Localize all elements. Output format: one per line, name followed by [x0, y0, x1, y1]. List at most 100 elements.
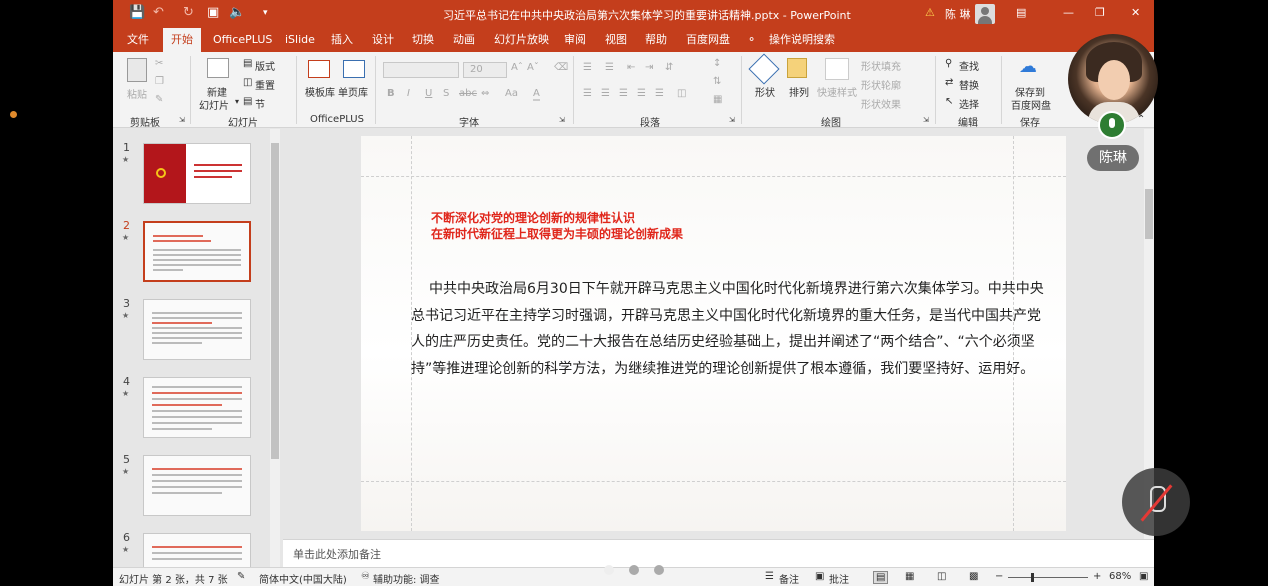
slide-sorter-icon[interactable]: ▦	[905, 571, 914, 582]
layout-button[interactable]: 版式	[255, 58, 275, 73]
section-icon[interactable]: ▤	[243, 96, 252, 107]
current-slide[interactable]: 不断深化对党的理论创新的规律性认识 在新时代新征程上取得更为丰硕的理论创新成果 …	[361, 136, 1066, 531]
align-right-icon[interactable]: ☰	[619, 88, 628, 99]
page-indicator-dot[interactable]	[604, 565, 614, 575]
shapes-icon[interactable]	[748, 53, 780, 85]
microphone-icon[interactable]	[1098, 111, 1126, 139]
baidu-netdisk-button[interactable]: 百度网盘	[1011, 97, 1051, 112]
section-button[interactable]: 节	[255, 96, 265, 111]
tab-officeplus[interactable]: OfficePLUS	[213, 28, 272, 52]
copy-icon[interactable]: ❐	[155, 76, 164, 87]
justify-icon[interactable]: ☰	[637, 88, 646, 99]
distributed-icon[interactable]: ☰	[655, 88, 664, 99]
replace-button[interactable]: 替换	[959, 77, 979, 92]
dialog-launcher-icon[interactable]: ⇲	[729, 116, 735, 124]
columns-icon[interactable]: ◫	[677, 88, 686, 99]
italic-button[interactable]: I	[407, 88, 410, 99]
slide-headline-1[interactable]: 不断深化对党的理论创新的规律性认识	[431, 209, 635, 226]
shape-fill-button[interactable]: 形状填充	[861, 58, 901, 73]
restore-icon[interactable]: ❐	[1095, 6, 1105, 19]
bold-button[interactable]: B	[387, 88, 395, 99]
tab-baidu[interactable]: 百度网盘	[686, 28, 730, 52]
strikethrough-button[interactable]: abc	[459, 88, 477, 99]
thumbnail-scrollbar[interactable]	[270, 129, 280, 567]
tab-insert[interactable]: 插入	[331, 28, 353, 52]
slide-body-text[interactable]: 中共中央政治局6月30日下午就开辟马克思主义中国化时代化新境界进行第六次集体学习…	[411, 276, 1047, 382]
mute-microphone-icon[interactable]	[1122, 468, 1190, 536]
shape-effects-button[interactable]: 形状效果	[861, 96, 901, 111]
normal-view-icon[interactable]: ▤	[873, 571, 889, 584]
template-library-button[interactable]: 模板库	[305, 84, 335, 99]
new-slide-button-2[interactable]: 幻灯片	[199, 97, 229, 112]
format-painter-icon[interactable]: ✎	[155, 94, 163, 105]
tab-review[interactable]: 审阅	[564, 28, 586, 52]
grow-font-icon[interactable]: Aˆ	[511, 62, 523, 73]
paste-icon[interactable]	[127, 58, 147, 82]
tab-transitions[interactable]: 切换	[412, 28, 434, 52]
tell-me-search[interactable]: 操作说明搜索	[769, 28, 835, 52]
single-page-library-icon[interactable]	[343, 60, 365, 78]
undo-icon[interactable]: ↶	[153, 5, 164, 20]
close-icon[interactable]: ✕	[1131, 6, 1140, 19]
zoom-level[interactable]: 68%	[1109, 571, 1131, 582]
template-library-icon[interactable]	[308, 60, 330, 78]
comments-button[interactable]: 批注	[829, 571, 849, 586]
reset-button[interactable]: 重置	[255, 77, 275, 92]
quick-styles-button[interactable]: 快速样式	[817, 84, 857, 99]
zoom-slider-knob[interactable]	[1031, 573, 1034, 582]
tab-islide[interactable]: iSlide	[285, 28, 315, 52]
decrease-indent-icon[interactable]: ⇤	[627, 62, 635, 73]
dialog-launcher-icon[interactable]: ⇲	[923, 116, 929, 124]
tab-view[interactable]: 视图	[605, 28, 627, 52]
minimize-icon[interactable]: —	[1063, 6, 1074, 19]
notes-pane[interactable]: 单击此处添加备注	[283, 539, 1154, 567]
tab-help[interactable]: 帮助	[645, 28, 667, 52]
tab-animations[interactable]: 动画	[453, 28, 475, 52]
baidu-cloud-icon[interactable]: ☁	[1019, 56, 1037, 77]
dialog-launcher-icon[interactable]: ⇲	[179, 116, 185, 124]
page-indicator-dot[interactable]	[629, 565, 639, 575]
bullets-icon[interactable]: ☰	[583, 62, 592, 73]
arrange-button[interactable]: 排列	[789, 84, 809, 99]
notes-placeholder[interactable]: 单击此处添加备注	[293, 546, 381, 562]
accessibility-icon[interactable]: ♾	[361, 571, 370, 582]
new-slide-icon[interactable]	[207, 58, 229, 78]
scrollbar-thumb[interactable]	[1145, 189, 1153, 239]
quick-styles-icon[interactable]	[825, 58, 849, 80]
align-text-icon[interactable]: ⇅	[713, 76, 721, 87]
zoom-out-icon[interactable]: −	[995, 571, 1003, 582]
notes-button[interactable]: 备注	[779, 571, 799, 586]
line-spacing-icon[interactable]: ⇵	[665, 62, 673, 73]
select-button[interactable]: 选择	[959, 96, 979, 111]
single-page-library-button[interactable]: 单页库	[338, 84, 368, 99]
thumbnail-slide-4[interactable]	[143, 377, 251, 438]
redo-icon[interactable]: ↻	[183, 5, 194, 20]
thumbnail-slide-5[interactable]	[143, 455, 251, 516]
align-left-icon[interactable]: ☰	[583, 88, 592, 99]
zoom-in-icon[interactable]: +	[1093, 571, 1101, 582]
slideshow-icon[interactable]: ▩	[969, 571, 978, 582]
page-indicator-dot[interactable]	[654, 565, 664, 575]
find-button[interactable]: 查找	[959, 58, 979, 73]
tab-file[interactable]: 文件	[127, 28, 149, 52]
reset-icon[interactable]: ◫	[243, 77, 252, 88]
char-spacing-icon[interactable]: ⇔	[481, 88, 489, 99]
underline-button[interactable]: U	[425, 88, 432, 99]
align-center-icon[interactable]: ☰	[601, 88, 610, 99]
save-icon[interactable]: 💾	[129, 5, 145, 20]
numbering-icon[interactable]: ☰	[605, 62, 614, 73]
accessibility-status[interactable]: 辅助功能: 调查	[373, 571, 440, 586]
shapes-button[interactable]: 形状	[755, 84, 775, 99]
font-name-field[interactable]	[383, 62, 459, 78]
language-indicator[interactable]: 简体中文(中国大陆)	[259, 571, 347, 586]
zoom-slider[interactable]	[1008, 577, 1088, 578]
tab-slideshow[interactable]: 幻灯片放映	[494, 28, 549, 52]
notes-icon[interactable]: ☰	[765, 571, 774, 582]
chevron-down-icon[interactable]: ▾	[235, 97, 239, 106]
customize-icon[interactable]: ▾	[263, 8, 268, 18]
tab-home[interactable]: 开始	[163, 28, 201, 52]
thumbnail-slide-3[interactable]	[143, 299, 251, 360]
spellcheck-icon[interactable]: ✎	[237, 571, 245, 582]
shrink-font-icon[interactable]: Aˇ	[527, 62, 539, 73]
present-icon[interactable]: ▣	[207, 5, 219, 20]
